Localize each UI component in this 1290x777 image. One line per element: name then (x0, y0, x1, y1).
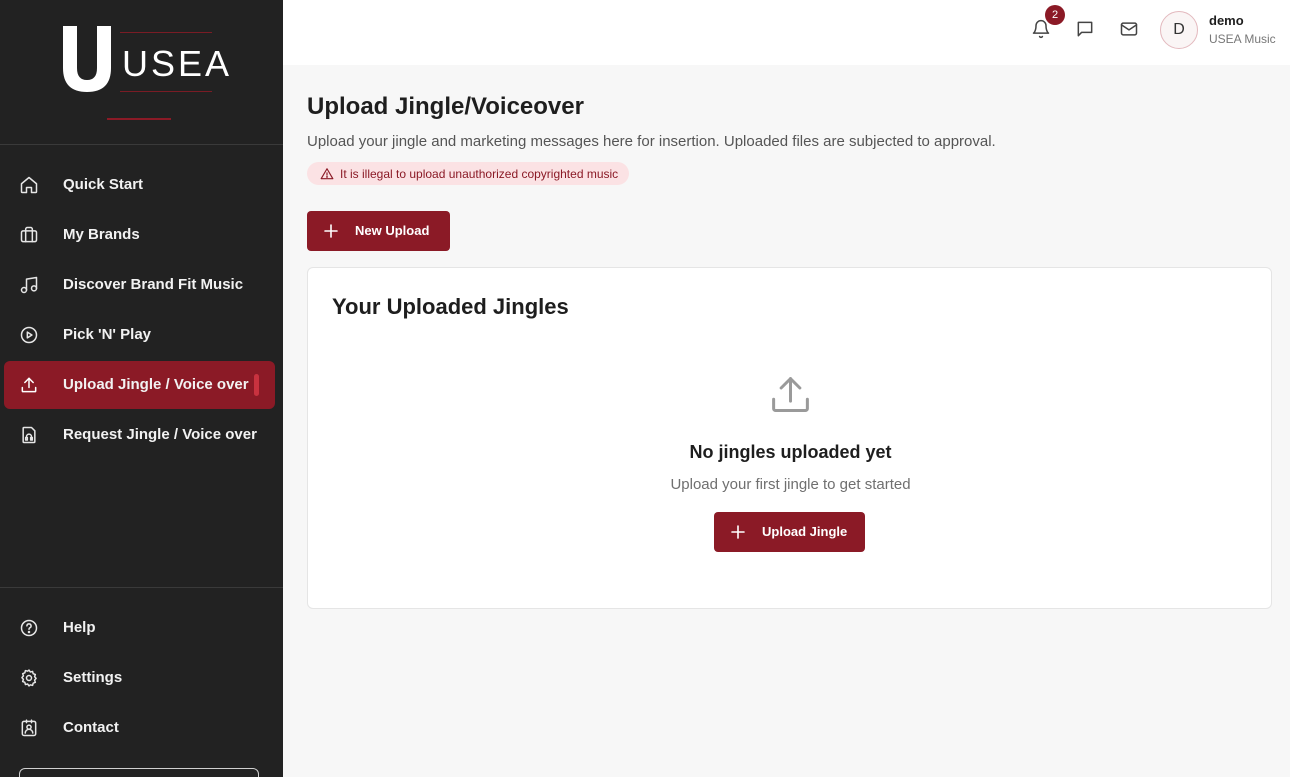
request-file-icon (22, 426, 36, 444)
user-organization: USEA Music (1209, 32, 1276, 46)
avatar[interactable]: D (1160, 11, 1198, 49)
copyright-warning: It is illegal to upload unauthorized cop… (307, 162, 630, 185)
brand-logo[interactable]: USEA (0, 0, 283, 145)
sidebar-item-label: Quick Start (63, 176, 144, 193)
sidebar-item-label: Discover Brand Fit Music (63, 276, 244, 293)
sidebar-item-contact[interactable]: Contact (4, 704, 275, 752)
page-title: Upload Jingle/Voiceover (307, 93, 584, 120)
upload-jingle-button[interactable]: Upload Jingle (714, 512, 865, 552)
sidebar-item-label: Request Jingle / Voice over (63, 426, 257, 443)
chat-icon[interactable] (1075, 19, 1095, 39)
notification-badge: 2 (1045, 5, 1065, 25)
briefcase-icon (20, 226, 38, 243)
sidebar-item-pick-n-play[interactable]: Pick 'N' Play (4, 311, 275, 359)
logo-u-mark (63, 26, 111, 92)
gear-icon (21, 669, 37, 687)
new-upload-button[interactable]: New Upload (307, 211, 450, 251)
active-indicator (254, 374, 259, 396)
sidebar-item-label: Help (63, 619, 96, 636)
sidebar: USEA Quick Start My Brands Discover Bran… (0, 0, 283, 777)
sidebar-item-request-jingle[interactable]: Request Jingle / Voice over (4, 411, 275, 459)
logo-rule-bottom (120, 91, 212, 92)
sidebar-item-my-brands[interactable]: My Brands (4, 211, 275, 259)
sidebar-item-label: Contact (63, 719, 119, 736)
plus-icon (324, 224, 338, 238)
sidebar-divider (0, 587, 283, 588)
upload-icon (772, 377, 809, 412)
logo-underline (107, 118, 171, 120)
contact-card-icon (21, 719, 37, 737)
plus-icon (731, 525, 745, 539)
empty-state-subtitle: Upload your first jingle to get started (670, 476, 911, 493)
page-description: Upload your jingle and marketing message… (307, 133, 996, 150)
sidebar-footer-card[interactable] (19, 768, 259, 777)
sidebar-item-label: My Brands (63, 226, 140, 243)
user-name[interactable]: demo (1209, 13, 1244, 28)
new-upload-label: New Upload (355, 223, 430, 238)
sidebar-item-upload-jingle[interactable]: Upload Jingle / Voice over (4, 361, 275, 409)
music-note-icon (20, 276, 38, 294)
sidebar-item-quick-start[interactable]: Quick Start (4, 161, 275, 209)
play-circle-icon (20, 326, 38, 344)
uploaded-jingles-card: Your Uploaded Jingles No jingles uploade… (307, 267, 1272, 609)
sidebar-item-discover-music[interactable]: Discover Brand Fit Music (4, 261, 275, 309)
sidebar-item-label: Pick 'N' Play (63, 326, 152, 343)
warning-text: It is illegal to upload unauthorized cop… (340, 166, 619, 181)
logo-rule-top (120, 32, 212, 33)
help-circle-icon (20, 619, 38, 637)
upload-icon (21, 377, 37, 393)
sidebar-item-settings[interactable]: Settings (4, 654, 275, 702)
warning-icon (320, 167, 334, 179)
sidebar-item-label: Upload Jingle / Voice over (63, 376, 249, 393)
home-icon (20, 176, 38, 194)
mail-icon[interactable] (1119, 19, 1139, 39)
card-title: Your Uploaded Jingles (332, 294, 569, 319)
upload-jingle-label: Upload Jingle (762, 524, 848, 539)
sidebar-item-help[interactable]: Help (4, 604, 275, 652)
sidebar-item-label: Settings (63, 669, 123, 686)
logo-text: USEA (122, 43, 233, 84)
empty-state-title: No jingles uploaded yet (689, 442, 892, 462)
